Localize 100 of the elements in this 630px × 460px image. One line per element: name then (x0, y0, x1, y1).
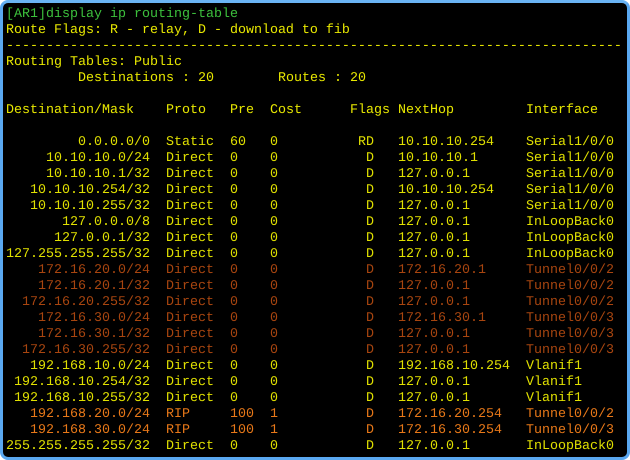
table-cell-text: 0 (230, 263, 239, 279)
table-cell-text: Tunnel0/0/3 (526, 311, 615, 327)
table-cell-text: Serial1/0/0 (526, 199, 615, 215)
table-cell-text: Vlanif1 (526, 375, 583, 391)
table-cell-text: Direct (166, 247, 215, 263)
table-cell-text: 0 (230, 375, 239, 391)
table-cell-text: 127.0.0.1/32 (54, 231, 151, 247)
table-cell-text: 0 (270, 183, 279, 199)
table-cell-text: D (366, 279, 375, 295)
table-cell-text: D (366, 391, 375, 407)
table-cell-text: D (366, 247, 375, 263)
column-header: Interface (526, 103, 599, 119)
table-cell-text: 10.10.10.254 (398, 135, 495, 151)
table-cell-text: 0.0.0.0/0 (78, 135, 151, 151)
table-cell-text: RD (358, 135, 375, 151)
table-cell-text: 10.10.10.254 (398, 183, 495, 199)
table-cell-text: Tunnel0/0/2 (526, 279, 615, 295)
table-cell-text: 0 (270, 327, 279, 343)
table-cell-text: 0 (270, 439, 279, 455)
table-cell-text: Direct (166, 295, 215, 311)
table-cell-text: 127.0.0.1 (398, 215, 471, 231)
column-header: Cost (270, 103, 303, 119)
table-cell-text: 0 (230, 311, 239, 327)
table-cell-text: InLoopBack0 (526, 247, 615, 263)
table-cell-text: 0 (230, 199, 239, 215)
table-cell-text: 127.255.255.255/32 (6, 247, 151, 263)
table-cell-text: 0 (270, 359, 279, 375)
table-cell-text: 0 (270, 167, 279, 183)
table-cell-text: 0 (230, 231, 239, 247)
routes-count: Routes : 20 (278, 71, 366, 86)
table-cell-text: 127.0.0.1 (398, 167, 471, 183)
table-cell-text: 0 (230, 279, 239, 295)
table-cell-text: 0 (270, 247, 279, 263)
table-cell-text: 0 (230, 439, 239, 455)
table-cell-text: 0 (230, 167, 239, 183)
table-cell-text: 172.16.30.1/32 (38, 327, 151, 343)
table-cell-text: 172.16.20.0/24 (38, 263, 151, 279)
table-cell-text: Direct (166, 151, 215, 167)
table-cell-text: Direct (166, 263, 215, 279)
table-cell-text: 127.0.0.1 (398, 391, 471, 407)
table-cell-text: 172.16.30.0/24 (38, 311, 151, 327)
table-cell-text: D (366, 407, 375, 423)
table-cell-text: 0 (230, 359, 239, 375)
table-cell-text: 172.16.20.254 (398, 407, 503, 423)
table-cell-text: Vlanif1 (526, 359, 583, 375)
table-cell-text: 0 (230, 391, 239, 407)
table-cell-text: Direct (166, 215, 215, 231)
table-cell-text: D (366, 151, 375, 167)
table-cell-text: 127.0.0.1 (398, 439, 471, 455)
table-cell-text: InLoopBack0 (526, 215, 615, 231)
table-cell-text: InLoopBack0 (526, 231, 615, 247)
table-cell-text: 100 (230, 407, 255, 423)
table-cell-text: Direct (166, 359, 215, 375)
table-cell-text: 127.0.0.1 (398, 279, 471, 295)
table-cell-text: Tunnel0/0/2 (526, 263, 615, 279)
table-cell-text: 0 (230, 295, 239, 311)
table-cell-text: Vlanif1 (526, 391, 583, 407)
table-cell-text: Tunnel0/0/3 (526, 423, 615, 439)
table-cell-text: 172.16.30.254 (398, 423, 503, 439)
table-cell-text: Direct (166, 183, 215, 199)
table-cell-text: 127.0.0.0/8 (62, 215, 151, 231)
table-cell-text: Serial1/0/0 (526, 167, 615, 183)
table-cell-text: 192.168.20.0/24 (30, 407, 151, 423)
separator-line: ----------------------------------------------------------------------------- (5, 39, 623, 55)
table-cell-text: 10.10.10.254/32 (30, 183, 151, 199)
column-header: Flags (349, 103, 391, 119)
table-cell-text: Direct (166, 311, 215, 327)
table-cell-text: 0 (270, 295, 279, 311)
table-cell-text: 172.16.20.255/32 (22, 295, 151, 311)
table-cell-text: 127.0.0.1 (398, 247, 471, 263)
table-cell-text: Tunnel0/0/2 (526, 295, 615, 311)
command-line: [AR1]display ip routing-table (5, 7, 239, 23)
table-cell-text: 192.168.10.254 (398, 359, 511, 375)
table-cell-text: Tunnel0/0/2 (526, 407, 615, 423)
table-cell-text: 172.16.30.255/32 (22, 343, 151, 359)
table-cell-text: D (366, 423, 375, 439)
table-name: Routing Tables: Public (5, 55, 183, 71)
flags-legend: Route Flags: R - relay, D - download to fib (3, 23, 627, 39)
table-cell-text: RIP (166, 407, 191, 423)
table-cell-text: 0 (270, 311, 279, 327)
table-cell-text: 10.10.10.255/32 (30, 199, 151, 215)
table-cell-text: 10.10.10.1 (398, 151, 479, 167)
table-cell-text: D (366, 359, 375, 375)
table-cell-text: 255.255.255.255/32 (6, 439, 151, 455)
table-cell-text: 0 (270, 199, 279, 215)
table-cell-text: D (366, 327, 375, 343)
table-cell-text: Direct (166, 391, 215, 407)
table-cell-text: 0 (270, 135, 279, 151)
table-cell-text: 0 (270, 151, 279, 167)
table-cell-text: D (366, 263, 375, 279)
table-cell-text: Tunnel0/0/3 (526, 343, 615, 359)
table-cell-text: Serial1/0/0 (526, 151, 615, 167)
table-cell-text: 127.0.0.1 (398, 327, 471, 343)
table-cell-text: 172.16.20.1/32 (38, 279, 151, 295)
table-cell-text: 1 (270, 407, 279, 423)
table-cell-text: Tunnel0/0/3 (526, 327, 615, 343)
table-cell-text: 0 (230, 151, 239, 167)
table-cell-text: InLoopBack0 (526, 439, 615, 455)
table-cell-text: Serial1/0/0 (526, 183, 615, 199)
table-cell-text: 100 (230, 423, 255, 439)
